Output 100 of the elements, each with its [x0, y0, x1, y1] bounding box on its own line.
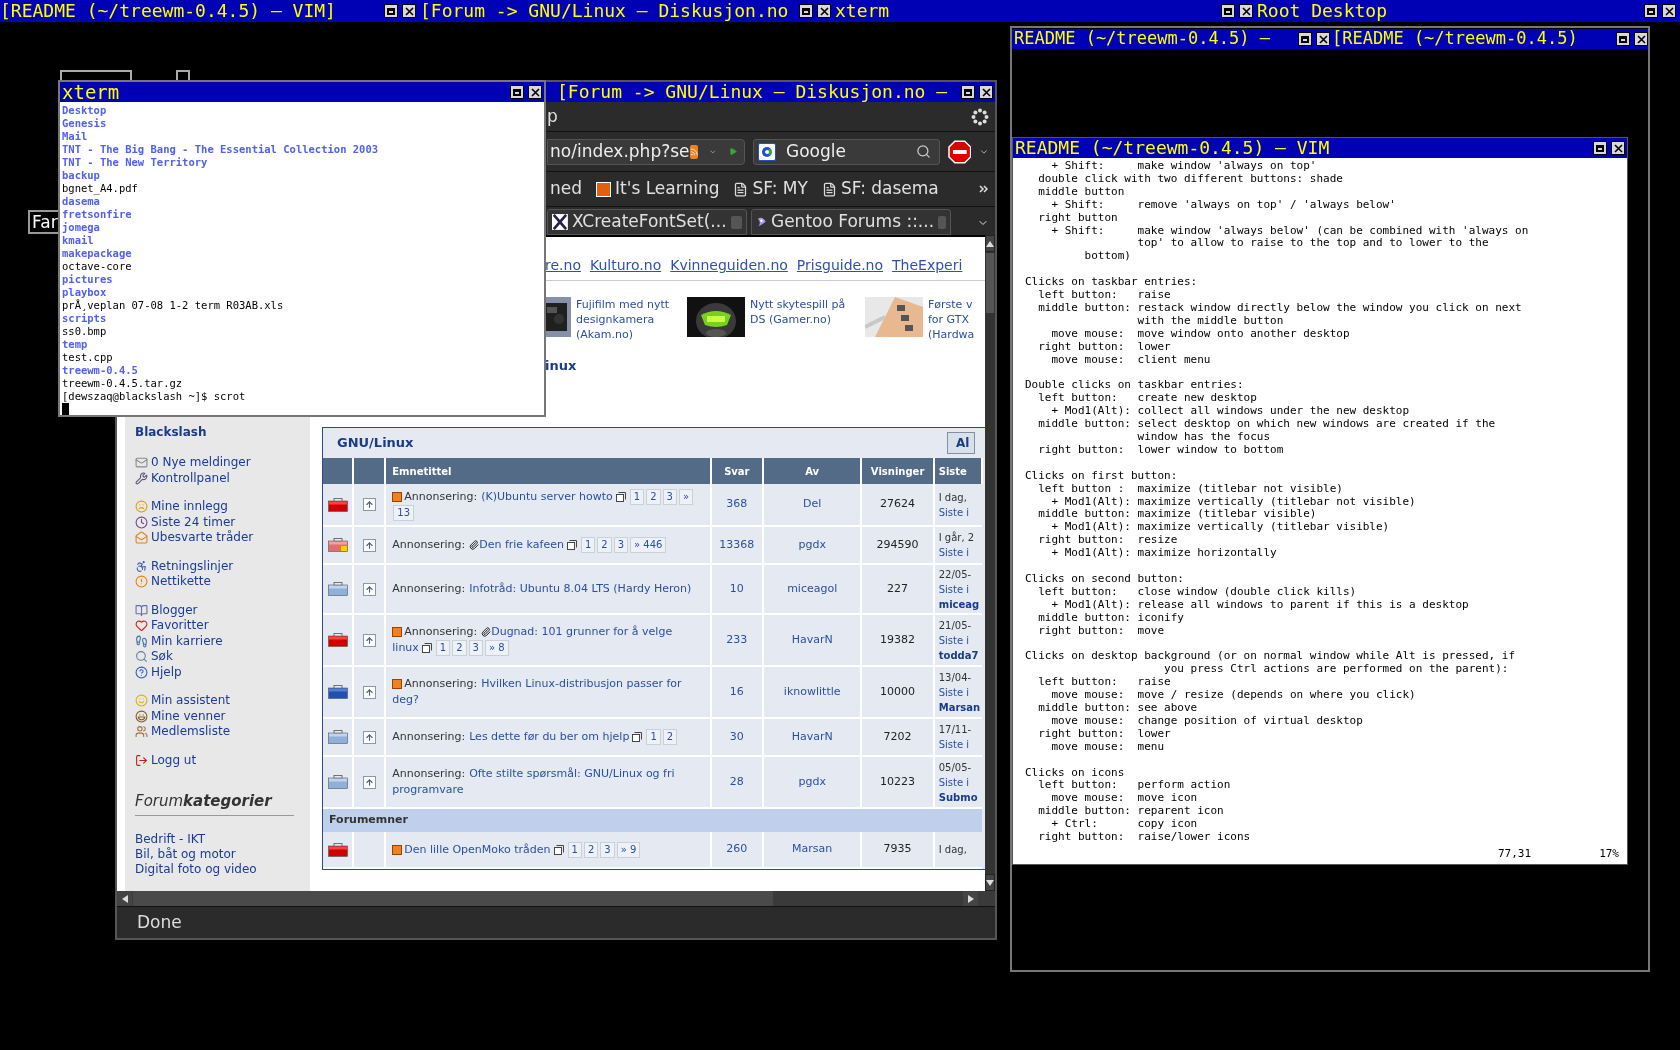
scrollbar-thumb[interactable]: [986, 253, 994, 313]
topic-link[interactable]: (K)Ubuntu server howto: [481, 489, 613, 503]
sidebar-link[interactable]: Min assistent: [135, 693, 310, 709]
sidebar-link[interactable]: Min karriere: [135, 633, 310, 649]
page-link[interactable]: 13: [393, 504, 414, 521]
page-link[interactable]: » 9: [616, 841, 641, 858]
page-link[interactable]: »: [678, 488, 694, 505]
horizontal-scrollbar[interactable]: [117, 891, 995, 906]
maximize-button[interactable]: [1221, 4, 1235, 18]
scrollbar-thumb[interactable]: [133, 891, 773, 906]
site-link[interactable]: Kvinneguiden.no: [670, 255, 788, 276]
close-button[interactable]: [1611, 141, 1625, 155]
site-link[interactable]: re.no: [545, 255, 581, 276]
taskbar-entry[interactable]: xterm: [835, 0, 1215, 22]
search-field[interactable]: Google: [753, 138, 940, 165]
search-engine-icon[interactable]: [758, 142, 776, 161]
page-link[interactable]: 2: [646, 488, 661, 505]
category-link[interactable]: Digital foto og video: [135, 861, 310, 877]
vertical-scrollbar[interactable]: [985, 235, 995, 891]
maximize-button[interactable]: [1616, 32, 1630, 46]
taskbar-entry[interactable]: README (~/treewm-0.4.5) –: [1012, 26, 1294, 52]
close-button[interactable]: [1634, 32, 1648, 46]
page-link[interactable]: 3: [613, 537, 629, 553]
tab[interactable]: XCreateFontSet(...: [547, 209, 747, 235]
maximize-button[interactable]: [799, 4, 813, 18]
chevron-icon[interactable]: [979, 184, 989, 194]
sidebar-link[interactable]: Hjelp: [135, 664, 310, 680]
up-arrow-icon[interactable]: [986, 240, 994, 247]
down-arrow-icon[interactable]: [986, 879, 994, 886]
sidebar-link[interactable]: Logg ut: [135, 752, 310, 768]
left-arrow-icon[interactable]: [121, 894, 128, 903]
page-link[interactable]: 1: [646, 729, 661, 745]
stop-sign-icon[interactable]: [947, 139, 972, 164]
page-link[interactable]: 3: [662, 488, 677, 505]
topic-link[interactable]: Ofte stilte spørsmål: GNU/Linux og fri: [469, 767, 675, 780]
maximize-button[interactable]: [1644, 4, 1658, 18]
url-field[interactable]: no/index.php?se: [547, 138, 745, 165]
page-link[interactable]: 3: [600, 841, 615, 858]
topic-link[interactable]: Les dette før du ber om hjelp: [469, 730, 630, 743]
sidebar-link[interactable]: Ubesvarte tråder: [135, 530, 310, 546]
news-link[interactable]: Første v for GTX (Hardwa: [928, 297, 975, 342]
news-link[interactable]: Nytt skytespill på DS (Gamer.no): [750, 297, 846, 342]
page-link[interactable]: » 8: [484, 640, 509, 656]
close-button[interactable]: [402, 4, 416, 18]
site-link[interactable]: Kulturo.no: [589, 255, 662, 276]
topic-link[interactable]: programvare: [392, 783, 464, 796]
page-link[interactable]: 2: [597, 537, 612, 553]
sidebar-link[interactable]: Kontrollpanel: [135, 470, 310, 486]
sidebar-link[interactable]: Mine innlegg: [135, 499, 310, 515]
taskbar-entry[interactable]: Root Desktop: [1257, 0, 1638, 22]
sidebar-link[interactable]: Søk: [135, 649, 310, 665]
tab[interactable]: Gentoo Forums ::...: [751, 209, 951, 235]
right-arrow-icon[interactable]: [967, 894, 974, 903]
rss-icon[interactable]: [689, 144, 699, 159]
taskbar-entry[interactable]: [README (~/treewm-0.4.5) – VIM]: [0, 0, 378, 22]
bookmark[interactable]: It's Learning: [596, 176, 720, 202]
page-link[interactable]: 1: [580, 537, 596, 553]
close-button[interactable]: [1316, 32, 1330, 46]
go-icon[interactable]: [728, 145, 737, 158]
sidebar-link[interactable]: Retningslinjer: [135, 558, 310, 574]
forum-button[interactable]: Al: [947, 432, 975, 454]
taskbar-entry[interactable]: [README (~/treewm-0.4.5): [1330, 26, 1612, 52]
page-link[interactable]: 3: [468, 640, 483, 656]
site-link[interactable]: Prisguide.no: [796, 255, 884, 276]
close-button[interactable]: [528, 85, 542, 99]
page-link[interactable]: 2: [583, 841, 599, 858]
bookmark[interactable]: SF: MY: [733, 176, 808, 202]
sidebar-link[interactable]: Nettikette: [135, 574, 310, 590]
topic-link[interactable]: Den lille OpenMoko tråden: [404, 842, 551, 856]
sidebar-link[interactable]: 0 Nye meldinger: [135, 455, 310, 471]
maximize-button[interactable]: [384, 4, 398, 18]
close-button[interactable]: [817, 4, 831, 18]
maximize-button[interactable]: [1298, 32, 1312, 46]
taskbar-entry[interactable]: [Forum -> GNU/Linux – Diskusjon.no: [420, 0, 793, 22]
bookmark[interactable]: ned: [550, 176, 583, 202]
search-icon[interactable]: [915, 144, 931, 159]
sidebar-link[interactable]: Siste 24 timer: [135, 514, 310, 530]
topic-link[interactable]: Den frie kafeen: [479, 538, 564, 551]
page-link[interactable]: 2: [662, 729, 678, 745]
page-link[interactable]: » 446: [630, 537, 667, 553]
maximize-button[interactable]: [510, 85, 524, 99]
close-button[interactable]: [1239, 4, 1253, 18]
page-link[interactable]: 2: [452, 640, 467, 656]
site-link[interactable]: TheExperi: [892, 255, 963, 276]
sidebar-link[interactable]: Blogger: [135, 602, 310, 618]
menu-item[interactable]: p: [547, 103, 971, 130]
topic-link[interactable]: Hvilken Linux-distribusjon passer for: [481, 677, 682, 690]
sidebar-link[interactable]: Medlemsliste: [135, 724, 310, 740]
maximize-button[interactable]: [1593, 141, 1607, 155]
page-link[interactable]: 1: [435, 640, 451, 656]
topic-link[interactable]: linux: [392, 641, 419, 654]
topic-link[interactable]: deg?: [392, 693, 419, 706]
close-button[interactable]: [1662, 4, 1676, 18]
sidebar-link[interactable]: Mine venner: [135, 708, 310, 724]
category-link[interactable]: Bedrift - IKT: [135, 831, 310, 847]
topic-link[interactable]: Dugnad: 101 grunner for å velge: [491, 625, 673, 638]
close-button[interactable]: [979, 85, 993, 99]
page-link[interactable]: 1: [567, 841, 582, 858]
bookmark[interactable]: SF: dasema: [821, 176, 939, 202]
page-link[interactable]: 1: [629, 488, 645, 505]
